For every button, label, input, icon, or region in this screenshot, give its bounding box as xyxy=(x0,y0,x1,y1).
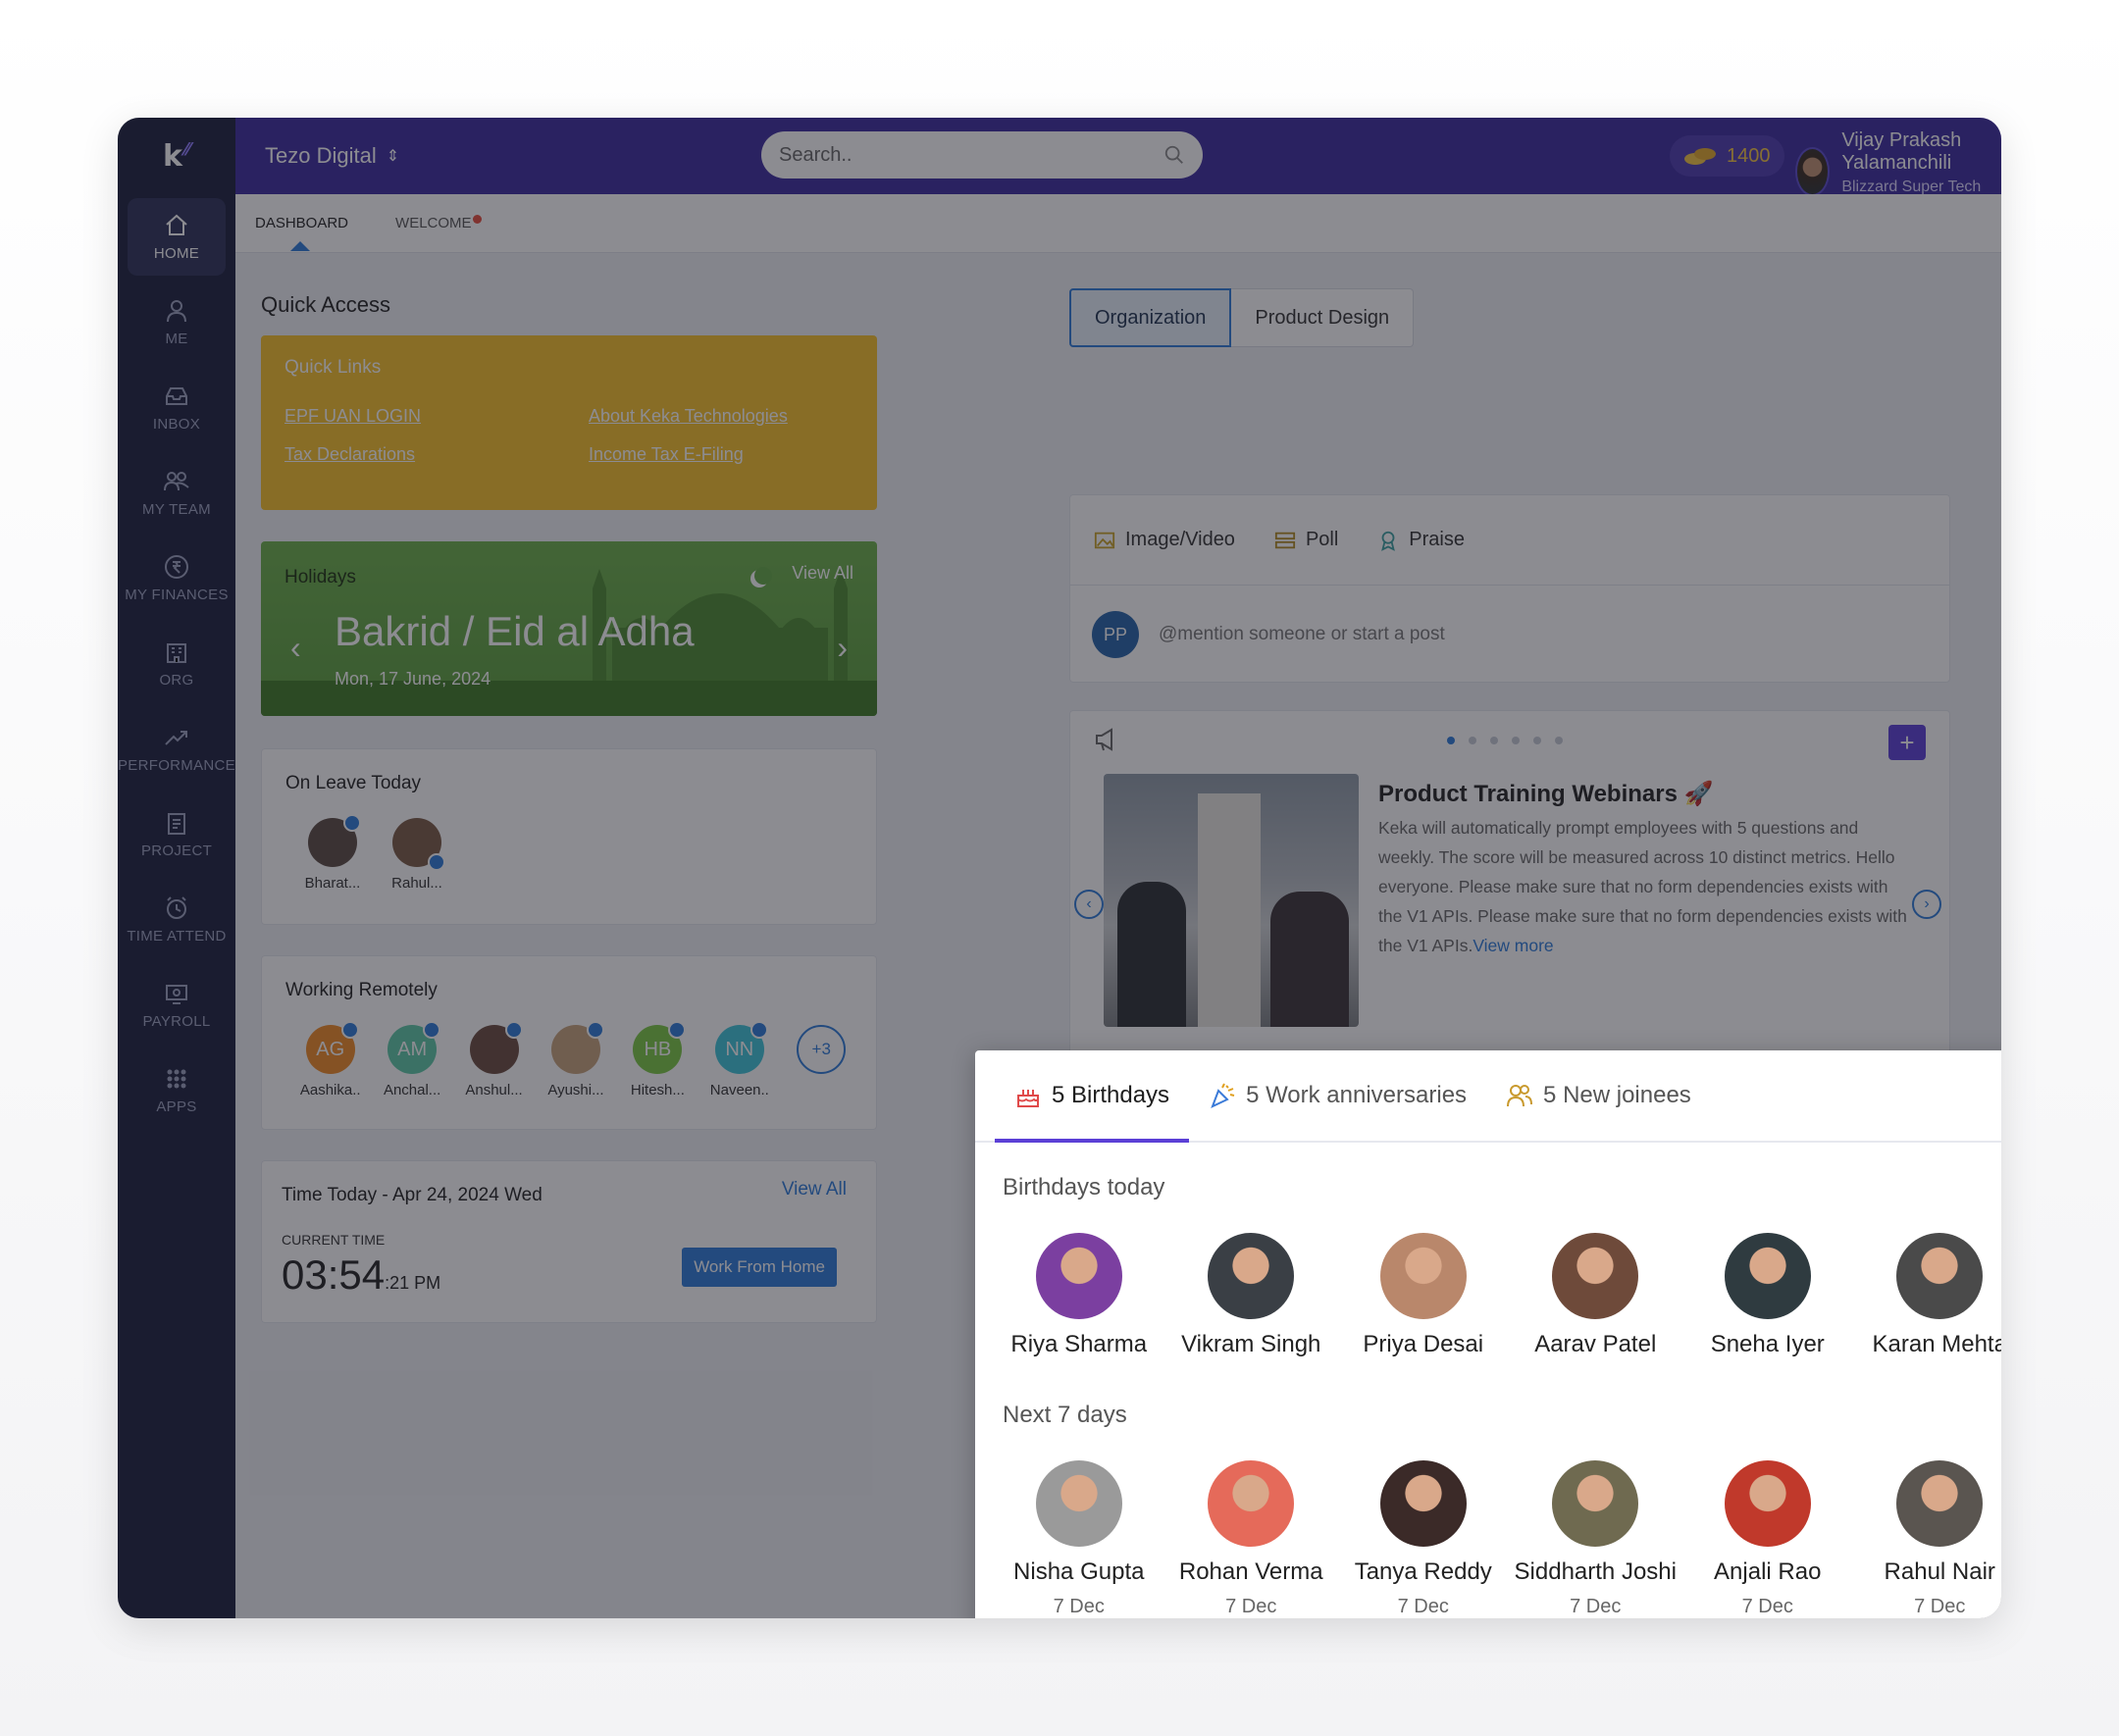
people-icon xyxy=(1507,1085,1533,1107)
birthday-person[interactable]: Anjali Rao 7 Dec xyxy=(1681,1460,1854,1618)
avatar xyxy=(1035,1460,1122,1547)
birthday-person[interactable]: Sneha Iyer xyxy=(1681,1233,1854,1358)
avatar xyxy=(1379,1460,1467,1547)
avatar xyxy=(1896,1460,1984,1547)
birthday-person[interactable]: Aarav Patel xyxy=(1510,1233,1682,1358)
tab-new-joinees[interactable]: 5 New joinees xyxy=(1486,1050,1711,1141)
birthday-person[interactable]: Karan Mehta xyxy=(1854,1233,2001,1358)
avatar xyxy=(1552,1460,1639,1547)
birthday-person[interactable]: Vikram Singh xyxy=(1165,1233,1338,1358)
avatar xyxy=(1896,1233,1984,1319)
avatar xyxy=(1552,1233,1639,1319)
avatar xyxy=(1208,1233,1295,1319)
avatar xyxy=(1724,1460,1811,1547)
party-popper-icon xyxy=(1211,1083,1235,1108)
birthday-person[interactable]: Nisha Gupta 7 Dec xyxy=(993,1460,1165,1618)
birthday-person[interactable]: Rahul Nair 7 Dec xyxy=(1854,1460,2002,1618)
birthday-person[interactable]: Riya Sharma xyxy=(993,1233,1165,1358)
tab-work-anniversaries[interactable]: 5 Work anniversaries xyxy=(1189,1050,1486,1141)
birthday-person[interactable]: Priya Desai xyxy=(1337,1233,1510,1358)
birthday-person[interactable]: Tanya Reddy 7 Dec xyxy=(1337,1460,1510,1618)
app-window: k⁄⁄ HOMEMEINBOXMY TEAMMY FINANCESORGPERF… xyxy=(118,118,2001,1618)
cake-icon xyxy=(1017,1090,1039,1107)
avatar xyxy=(1035,1233,1122,1319)
birthdays-today-label: Birthdays today xyxy=(1003,1174,1165,1200)
tab-birthdays[interactable]: 5 Birthdays xyxy=(995,1050,1190,1143)
birthday-person[interactable]: Rohan Verma 7 Dec xyxy=(1165,1460,1338,1618)
celebrations-popup: 5 Birthdays 5 Work anniversaries 5 New j… xyxy=(975,1050,2001,1618)
avatar xyxy=(1724,1233,1811,1319)
birthday-person[interactable]: Siddharth Joshi 7 Dec xyxy=(1510,1460,1682,1618)
next-7-days-label: Next 7 days xyxy=(1003,1402,1127,1428)
avatar xyxy=(1208,1460,1295,1547)
avatar xyxy=(1379,1233,1467,1319)
